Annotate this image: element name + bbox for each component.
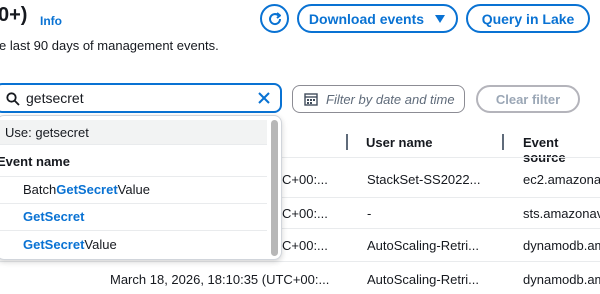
table-cell-user-name: - (367, 206, 372, 221)
suggestion-text: Value (117, 182, 150, 197)
search-input-value: getsecret (26, 90, 84, 106)
column-header-user-name[interactable]: User name (366, 135, 432, 150)
page-description: e last 90 days of management events. (0, 38, 219, 53)
column-header-event-source[interactable]: Event source (523, 135, 600, 165)
table-cell-user-name: StackSet-SS2022... (367, 172, 481, 187)
dropdown-divider (0, 176, 267, 177)
dropdown-scrollbar[interactable] (271, 120, 278, 256)
download-events-label: Download events (308, 10, 425, 27)
dropdown-divider (0, 203, 267, 204)
search-suggestions-dropdown: Use: getsecret Event name BatchGetSecret… (0, 115, 282, 260)
info-link[interactable]: Info (40, 14, 62, 28)
suggestion-match: GetSecret (23, 209, 85, 224)
suggestion-use-label: Use: getsecret (5, 125, 89, 140)
suggestion-item[interactable]: GetSecretValue (23, 237, 117, 252)
suggestion-match: GetSecret (56, 182, 118, 197)
page-title-fragment: 0+) (0, 4, 28, 26)
suggestion-item[interactable]: GetSecret (23, 209, 84, 224)
download-events-button[interactable]: Download events (297, 4, 458, 33)
table-cell-event-source: dynamodb.am (523, 238, 600, 253)
column-divider[interactable] (502, 134, 504, 150)
caret-down-icon (435, 14, 446, 23)
table-cell-event-time[interactable]: March 18, 2026, 18:10:35 (UTC+00:... (110, 272, 329, 287)
column-divider[interactable] (346, 134, 348, 150)
search-input[interactable]: getsecret (0, 83, 282, 113)
dropdown-divider (0, 230, 267, 231)
suggestion-match: GetSecret (23, 237, 85, 252)
date-time-filter[interactable]: Filter by date and time (292, 85, 465, 113)
table-cell-event-time: C+00:... (282, 238, 328, 253)
dropdown-divider (0, 144, 267, 145)
table-cell-event-source: ec2.amazonav (523, 172, 600, 187)
table-cell-event-time: C+00:... (282, 206, 328, 221)
suggestion-item[interactable]: BatchGetSecretValue (23, 182, 150, 197)
refresh-icon (268, 11, 281, 25)
close-icon[interactable] (256, 90, 272, 106)
suggestion-text: Value (84, 237, 117, 252)
suggestion-text: Batch (23, 182, 57, 197)
table-cell-event-time: C+00:... (282, 172, 328, 187)
calendar-icon (304, 93, 318, 106)
suggestion-group-label: Event name (0, 154, 70, 169)
query-in-lake-button[interactable]: Query in Lake (466, 4, 590, 33)
table-cell-event-source: dynamodb.am (523, 272, 600, 287)
search-icon (6, 92, 20, 106)
refresh-button[interactable] (260, 4, 289, 33)
clear-filter-button[interactable]: Clear filter (476, 85, 580, 113)
table-cell-event-source: sts.amazonav (523, 206, 600, 221)
date-filter-placeholder: Filter by date and time (326, 92, 455, 107)
table-cell-user-name: AutoScaling-Retri... (367, 238, 479, 253)
table-cell-user-name: AutoScaling-Retri... (367, 272, 479, 287)
row-separator (0, 261, 600, 262)
suggestion-use-value[interactable]: Use: getsecret (0, 120, 267, 144)
